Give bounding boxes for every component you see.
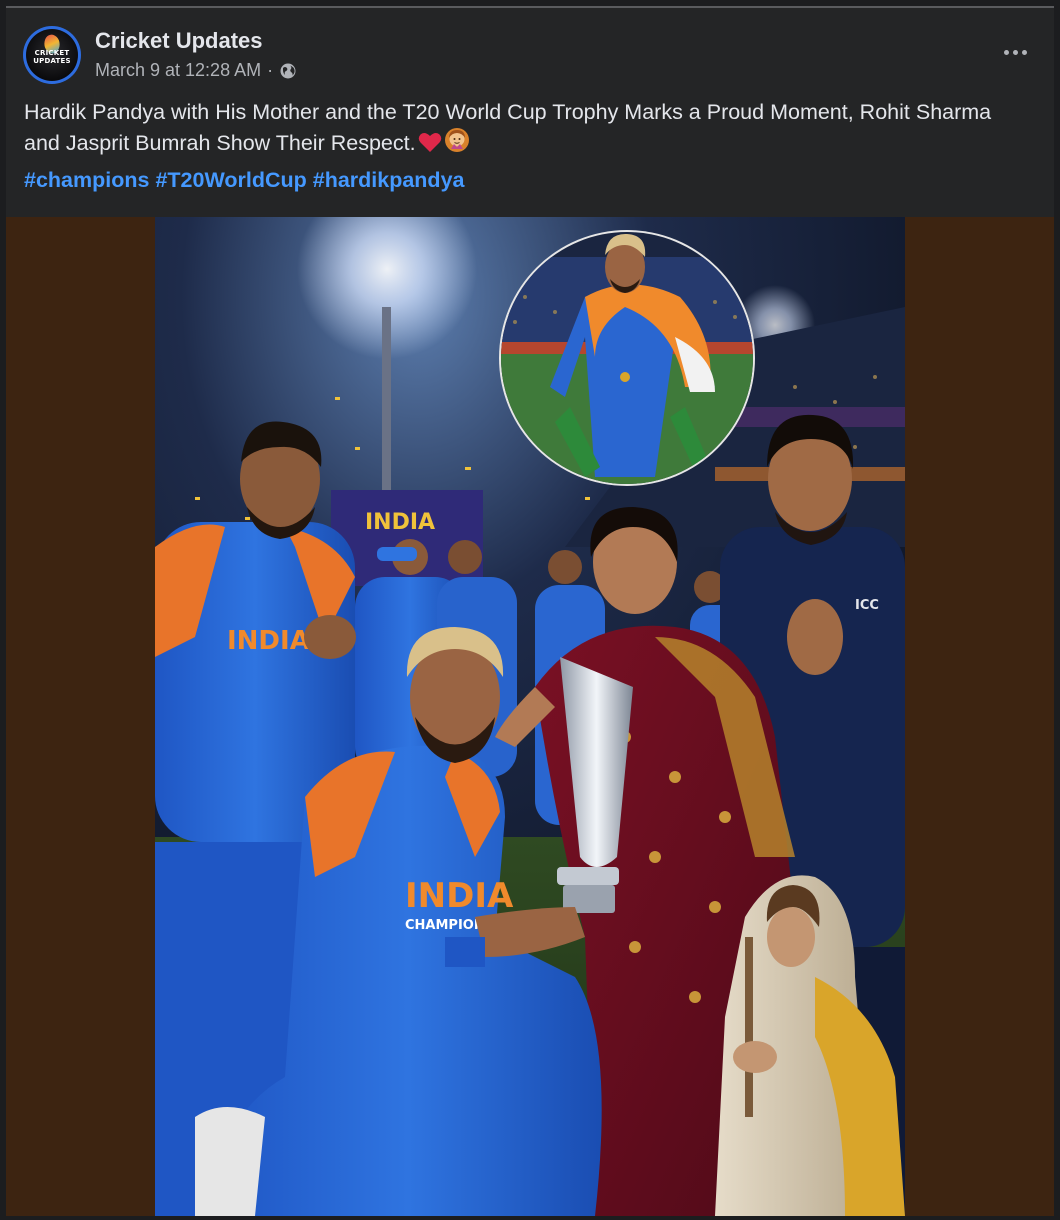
heart-emoji — [418, 131, 442, 161]
facebook-post: CRICKET UPDATES Cricket Updates March 9 … — [6, 8, 1054, 1216]
post-timestamp[interactable]: March 9 at 12:28 AM — [95, 60, 261, 81]
post-photo[interactable]: INDIA INDIA ICC INDIA CHAMPIONS — [155, 217, 905, 1216]
hashtag-link[interactable]: #T20WorldCup — [155, 168, 306, 192]
post-text: Hardik Pandya with His Mother and the T2… — [24, 98, 1024, 161]
hashtag-list: #champions #T20WorldCup #hardikpandya — [24, 168, 464, 193]
post-media[interactable]: INDIA INDIA ICC INDIA CHAMPIONS — [6, 217, 1054, 1216]
hashtag-link[interactable]: #hardikpandya — [313, 168, 465, 192]
globe-icon[interactable] — [279, 62, 297, 80]
hashtag-link[interactable]: #champions — [24, 168, 149, 192]
page-avatar[interactable]: CRICKET UPDATES — [23, 26, 81, 84]
stadium-board-text: INDIA — [365, 510, 435, 535]
more-options-button[interactable] — [998, 40, 1032, 64]
shirt-logo-text: ICC — [855, 598, 879, 613]
author-name[interactable]: Cricket Updates — [95, 28, 263, 54]
woman-gesturing-emoji — [444, 127, 470, 161]
photo-illustration: INDIA INDIA ICC INDIA CHAMPIONS — [155, 217, 905, 1216]
avatar-logo-text: CRICKET UPDATES — [33, 49, 71, 65]
more-horizontal-icon — [1003, 49, 1009, 55]
post-meta: March 9 at 12:28 AM · — [95, 60, 297, 81]
jersey-text-left: INDIA — [227, 626, 310, 656]
meta-separator: · — [267, 60, 274, 80]
post-caption: Hardik Pandya with His Mother and the T2… — [24, 100, 992, 155]
screen: CRICKET UPDATES Cricket Updates March 9 … — [0, 0, 1060, 1220]
avatar-logo: CRICKET UPDATES — [26, 29, 78, 81]
jersey-text-center: INDIA — [405, 876, 514, 916]
